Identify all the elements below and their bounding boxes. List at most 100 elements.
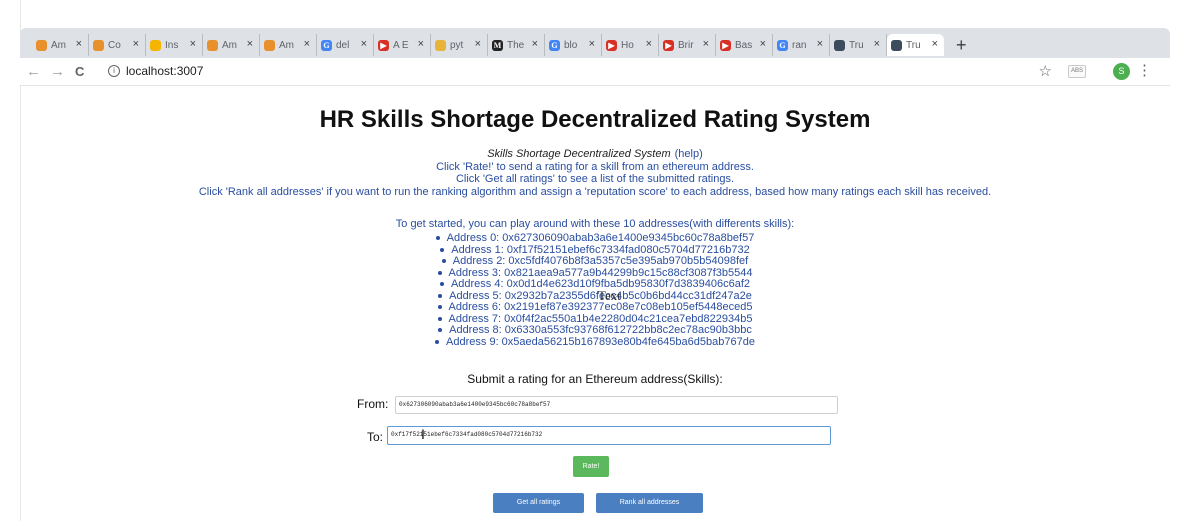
bullet-icon (440, 247, 445, 252)
instruction-rate: Click 'Rate!' to send a rating for a ski… (436, 161, 754, 173)
new-tab-button[interactable]: + (956, 36, 967, 54)
tab-favicon-icon (435, 39, 446, 51)
profile-avatar[interactable]: S (1113, 63, 1130, 80)
subtitle-text: Skills Shortage Decentralized System (487, 148, 671, 160)
address-text: Address 7: 0x0f4f2ac550a1b4e2280d04c21ce… (448, 312, 753, 325)
to-address-input[interactable]: 0xf17f52151ebef6c7334fad080c5704d77216b7… (387, 426, 831, 445)
tab-close-icon[interactable]: × (703, 38, 709, 50)
tab-label: Ho (621, 39, 634, 51)
tab-close-icon[interactable]: × (532, 38, 538, 50)
address-text: Address 3: 0x821aea9a577a9b44299b9c15c88… (448, 266, 753, 279)
rank-all-addresses-button[interactable]: Rank all addresses (596, 493, 703, 513)
bullet-icon (437, 305, 442, 310)
browser-tab[interactable]: Gblo × (545, 34, 602, 56)
get-all-ratings-button[interactable]: Get all ratings (493, 493, 584, 513)
extension-icon[interactable]: ABS (1068, 65, 1086, 78)
tab-label: blo (564, 39, 578, 51)
browser-tab[interactable]: ▶ Ho × (602, 34, 659, 56)
page-title: HR Skills Shortage Decentralized Rating … (319, 106, 871, 133)
address-text: Address 0: 0x627306090abab3a6e1400e9345b… (446, 232, 755, 244)
tab-favicon-icon (207, 39, 218, 51)
tab-close-icon[interactable]: × (190, 38, 196, 50)
getting-started-text: To get started, you can play around with… (395, 218, 795, 230)
tab-favicon-icon: ▶ (606, 39, 617, 51)
address-text: Address 8: 0x6330a553fc93768f612722bb8c2… (449, 324, 752, 336)
tab-favicon-icon (834, 39, 845, 51)
back-button[interactable]: ← (26, 63, 41, 80)
browser-menu-icon[interactable]: ⋮ (1137, 61, 1152, 79)
address-bar[interactable]: localhost:3007 (126, 64, 203, 78)
from-address-input[interactable]: 0x627306090abab3a6e1400e9345bc60c78a8bef… (395, 396, 838, 414)
tab-label: ran (792, 39, 807, 51)
tab-favicon-icon: ▶ (663, 39, 674, 51)
text-cursor-icon: I (421, 426, 425, 442)
browser-tab[interactable]: Co × (89, 34, 146, 56)
tab-close-icon[interactable]: × (304, 38, 310, 50)
reload-button[interactable]: C (75, 64, 84, 79)
tab-close-icon[interactable]: × (817, 38, 823, 50)
browser-tab[interactable]: Am × (260, 34, 317, 56)
tab-label: Brir (678, 39, 694, 51)
tab-label: A E (393, 39, 409, 51)
tab-favicon-icon (93, 39, 104, 51)
bookmark-star-icon[interactable]: ☆ (1039, 62, 1052, 80)
address-text: Address 2: 0xc5fdf4076b8f3a5357c5e395ab9… (452, 255, 749, 267)
tab-close-icon[interactable]: × (133, 38, 139, 50)
overlay-text: Text (598, 288, 621, 303)
address-text: Address 1: 0xf17f52151ebef6c7334fad080c5… (451, 243, 750, 256)
browser-tab[interactable]: Gran × (773, 34, 830, 56)
submit-heading: Submit a rating for an Ethereum address(… (467, 372, 723, 386)
site-info-icon[interactable]: i (108, 65, 120, 77)
tab-favicon-icon (36, 39, 47, 51)
tab-close-icon[interactable]: × (932, 38, 938, 50)
address-text: Address 9: 0x5aeda56215b167893e80b4fe645… (446, 335, 755, 348)
tab-close-icon[interactable]: × (760, 38, 766, 50)
bullet-icon (441, 259, 446, 264)
tab-close-icon[interactable]: × (247, 38, 253, 50)
tab-favicon-icon: G (549, 39, 560, 51)
help-link[interactable]: (help) (675, 148, 703, 160)
browser-tab[interactable]: Gdel × (317, 34, 374, 56)
browser-tab[interactable]: Ins × (146, 34, 203, 56)
page-subtitle: Skills Shortage Decentralized System (hel… (20, 148, 1170, 160)
forward-button[interactable]: → (50, 63, 65, 80)
to-label: To: (367, 430, 384, 444)
bullet-icon (437, 316, 442, 321)
bullet-icon (439, 282, 444, 287)
browser-tab[interactable]: ▶ Brir × (659, 34, 716, 56)
tab-label: Am (222, 39, 237, 51)
tab-label: The (507, 39, 525, 51)
tab-favicon-icon (150, 39, 161, 51)
tab-label: Tru (849, 39, 864, 51)
browser-tab[interactable]: Tru × (887, 34, 944, 56)
bullet-icon (435, 236, 440, 241)
address-list-item: Address 9: 0x5aeda56215b167893e80b4fe645… (20, 335, 1170, 349)
browser-tab[interactable]: ▶ Bas × (716, 34, 773, 56)
bullet-icon (438, 293, 443, 298)
tab-favicon-icon: ▶ (720, 39, 731, 51)
browser-tab[interactable]: Tru × (830, 34, 887, 56)
tab-close-icon[interactable]: × (76, 38, 82, 50)
bullet-icon (437, 270, 442, 275)
tab-favicon-icon (891, 39, 902, 51)
browser-tab[interactable]: Am × (32, 34, 89, 56)
browser-tab[interactable]: Am × (203, 34, 260, 56)
tab-close-icon[interactable]: × (646, 38, 652, 50)
instruction-rank-all: Click 'Rank all addresses' if you want t… (198, 186, 992, 198)
browser-tab[interactable]: pyt × (431, 34, 488, 56)
rate-button[interactable]: Rate! (573, 456, 609, 477)
tab-label: Ins (165, 39, 179, 51)
tab-close-icon[interactable]: × (418, 38, 424, 50)
tab-label: Am (279, 39, 294, 51)
tab-close-icon[interactable]: × (475, 38, 481, 50)
tab-close-icon[interactable]: × (589, 38, 595, 50)
browser-tab[interactable]: M The × (488, 34, 545, 56)
bullet-icon (438, 328, 443, 333)
from-label: From: (357, 397, 389, 411)
page-content: HR Skills Shortage Decentralized Rating … (20, 87, 1170, 521)
tab-close-icon[interactable]: × (361, 38, 367, 50)
address-list: Address 0: 0x627306090abab3a6e1400e9345b… (20, 232, 1170, 349)
browser-tab[interactable]: ▶ A E × (374, 34, 431, 56)
tab-close-icon[interactable]: × (874, 38, 880, 50)
instruction-get-all: Click 'Get all ratings' to see a list of… (455, 173, 735, 185)
